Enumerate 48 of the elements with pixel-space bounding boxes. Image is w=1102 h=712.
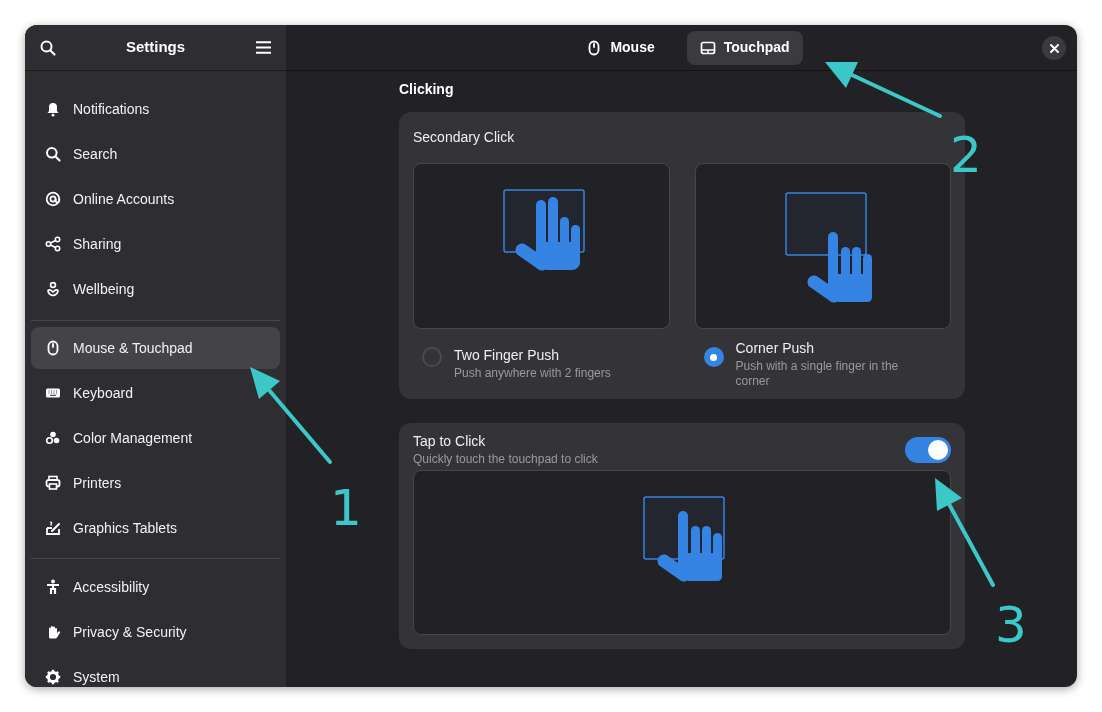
search-icon — [45, 146, 61, 162]
sidebar-item[interactable]: Accessibility — [31, 566, 280, 608]
tab[interactable]: Mouse — [573, 30, 668, 65]
sidebar-item[interactable]: Wellbeing — [31, 268, 280, 310]
annotation-number: 1 — [330, 479, 362, 537]
menu-button[interactable] — [254, 38, 272, 57]
mouse-icon — [45, 340, 61, 356]
card-title: Secondary Click — [413, 128, 516, 146]
sidebar-item[interactable]: Color Management — [31, 417, 280, 459]
sidebar-item[interactable]: Search — [31, 133, 280, 175]
close-button[interactable] — [1042, 36, 1066, 60]
search-button[interactable] — [39, 38, 57, 57]
printer-icon — [45, 475, 61, 491]
share-icon — [45, 236, 61, 252]
radio-button[interactable] — [422, 347, 442, 367]
sidebar-item[interactable]: Mouse & Touchpad — [31, 327, 280, 369]
sidebar-item[interactable]: Online Accounts — [31, 178, 280, 220]
search-icon — [40, 39, 56, 56]
option-description: Push with a single finger in the corner — [735, 359, 900, 389]
toggle-switch[interactable] — [905, 437, 951, 463]
option-label: Two Finger Push — [454, 346, 561, 364]
section-heading: Clicking — [399, 80, 455, 98]
radio-button[interactable] — [703, 347, 724, 367]
person-icon — [45, 579, 61, 595]
option-label: Corner Push — [735, 339, 816, 357]
tablet-pen-icon — [45, 520, 61, 536]
sidebar-item[interactable]: Sharing — [31, 223, 280, 265]
settings-icon — [45, 669, 61, 685]
sidebar-item[interactable]: Printers — [31, 462, 280, 504]
sidebar-item[interactable]: Keyboard — [31, 372, 280, 414]
person-heart-icon — [45, 281, 61, 297]
annotation-number: 3 — [995, 596, 1027, 654]
close-icon — [1049, 43, 1059, 53]
annotation-number: 2 — [950, 126, 982, 184]
bell-icon — [45, 101, 61, 117]
window-title: Settings — [125, 37, 186, 58]
setting-title: Tap to Click — [413, 432, 487, 450]
menu-icon — [255, 41, 271, 54]
touchpad-icon — [699, 39, 716, 56]
at-sign-icon — [45, 191, 61, 207]
sidebar-item[interactable]: Notifications — [31, 88, 280, 130]
option-description: Push anywhere with 2 fingers — [454, 366, 612, 381]
sidebar-item[interactable]: Graphics Tablets — [31, 507, 280, 549]
tab[interactable]: Touchpad — [686, 30, 803, 65]
sidebar-item[interactable]: System — [31, 656, 280, 687]
setting-description: Quickly touch the touchpad to click — [413, 451, 598, 468]
circles-icon — [45, 430, 61, 446]
sidebar-item[interactable]: Privacy & Security — [31, 611, 280, 653]
